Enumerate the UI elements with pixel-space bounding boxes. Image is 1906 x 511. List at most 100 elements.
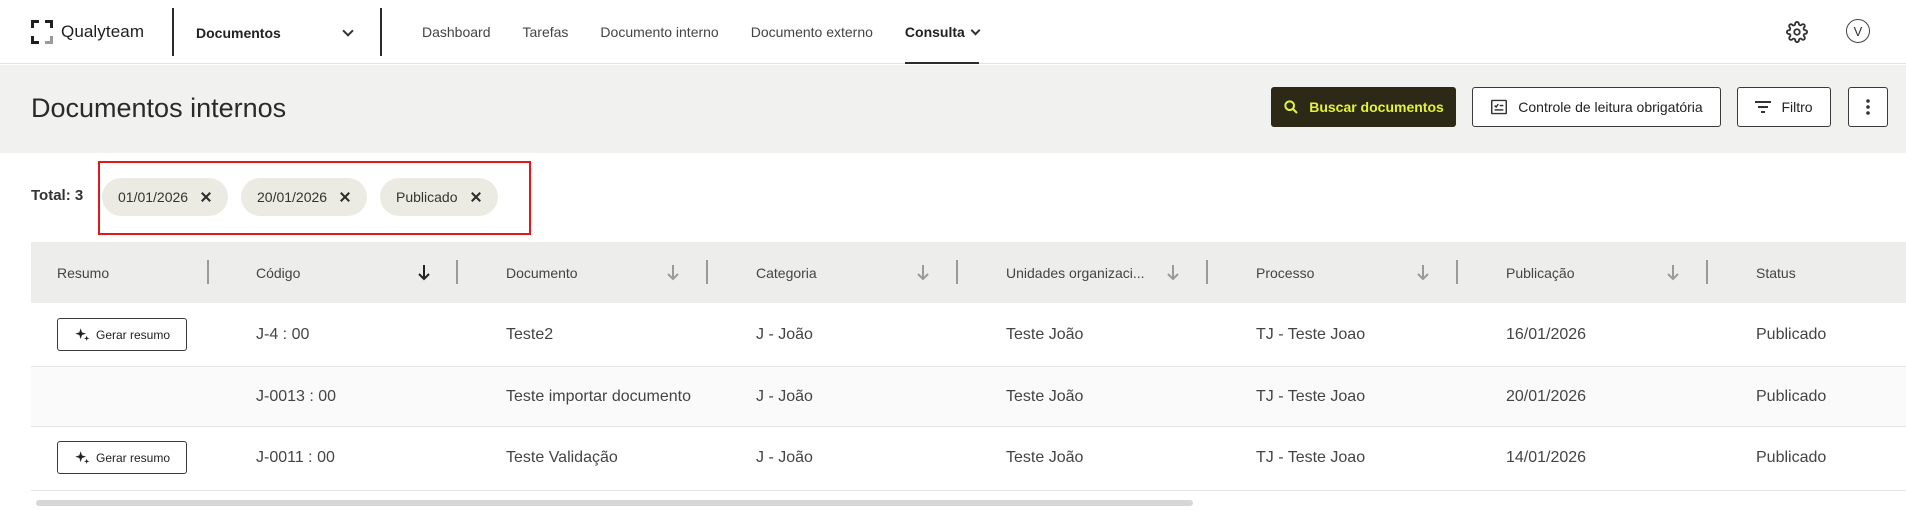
filter-button[interactable]: Filtro xyxy=(1737,87,1831,127)
main-nav: Dashboard Tarefas Documento interno Docu… xyxy=(422,0,1011,64)
avatar[interactable]: V xyxy=(1846,19,1870,43)
generate-summary-button[interactable]: Gerar resumo xyxy=(57,441,187,474)
module-select-value: Documentos xyxy=(196,25,281,41)
table-header: Resumo Código Documento Categoria Unidad… xyxy=(31,242,1906,303)
cell-status: Publicado xyxy=(1756,449,1827,466)
cell-codigo: J-0011 : 00 xyxy=(256,449,335,466)
generate-summary-label: Gerar resumo xyxy=(95,450,171,465)
cell-categoria: J - João xyxy=(756,449,813,466)
gear-icon[interactable] xyxy=(1786,21,1808,43)
cell-documento[interactable]: Teste importar documento xyxy=(506,388,691,406)
nav-item-tarefas[interactable]: Tarefas xyxy=(523,0,569,64)
cell-documento[interactable]: Teste2 xyxy=(506,326,553,344)
cell-processo: TJ - Teste Joao xyxy=(1256,326,1366,343)
filter-icon xyxy=(1755,101,1772,113)
cell-categoria: J - João xyxy=(756,388,813,405)
cell-processo: TJ - Teste Joao xyxy=(1256,388,1366,405)
nav-item-documento-externo[interactable]: Documento externo xyxy=(751,0,873,64)
chevron-down-icon xyxy=(970,25,981,35)
filter-chip: 01/01/2026 xyxy=(102,178,229,216)
column-header-publicacao[interactable]: Publicação xyxy=(1506,242,1575,303)
generate-summary-label: Gerar resumo xyxy=(95,327,171,342)
cell-codigo: J-4 : 00 xyxy=(256,326,310,343)
sparkle-icon xyxy=(75,450,90,464)
cell-publicacao: 16/01/2026 xyxy=(1506,326,1587,343)
nav-divider xyxy=(380,8,382,56)
cell-processo: TJ - Teste Joao xyxy=(1256,449,1366,466)
table-row[interactable]: J-0013 : 00 Teste importar documento J -… xyxy=(31,367,1906,427)
page-title: Documentos internos xyxy=(31,93,287,123)
cell-codigo: J-0013 : 00 xyxy=(256,388,337,405)
cell-status: Publicado xyxy=(1756,326,1827,343)
nav-item-label: Tarefas xyxy=(522,24,569,40)
sparkle-icon xyxy=(75,327,90,341)
nav-item-dashboard[interactable]: Dashboard xyxy=(422,0,491,64)
column-resize-handle[interactable] xyxy=(956,260,958,284)
module-select[interactable]: Documentos xyxy=(196,22,356,44)
cell-unidades: Teste João xyxy=(1006,388,1084,405)
arrow-down-icon[interactable] xyxy=(1416,263,1430,281)
total-count: Total: 3 xyxy=(31,187,84,204)
column-header-codigo[interactable]: Código xyxy=(256,242,300,303)
nav-item-consulta[interactable]: Consulta xyxy=(904,0,981,64)
column-header-categoria[interactable]: Categoria xyxy=(756,242,817,303)
more-vertical-icon xyxy=(1866,99,1870,115)
column-resize-handle[interactable] xyxy=(1456,260,1458,284)
more-options-button[interactable] xyxy=(1848,87,1888,127)
column-header-status[interactable]: Status xyxy=(1756,242,1796,303)
reading-control-button[interactable]: Controle de leitura obrigatória xyxy=(1472,87,1721,127)
nav-divider xyxy=(172,8,174,56)
horizontal-scrollbar[interactable] xyxy=(36,500,1193,506)
search-documents-button[interactable]: Buscar documentos xyxy=(1271,87,1456,127)
nav-item-label: Documento externo xyxy=(750,24,873,40)
nav-item-documento-interno[interactable]: Documento interno xyxy=(600,0,718,64)
filter-chip-label: Publicado xyxy=(396,189,458,205)
cell-publicacao: 20/01/2026 xyxy=(1506,388,1587,405)
close-icon[interactable] xyxy=(470,191,482,203)
filter-label: Filtro xyxy=(1781,99,1813,115)
filter-chip: Publicado xyxy=(380,178,498,216)
arrow-down-icon[interactable] xyxy=(916,263,930,281)
column-resize-handle[interactable] xyxy=(1206,260,1208,284)
page-header: Documentos internos Buscar documentos Co… xyxy=(0,65,1906,153)
nav-item-label: Dashboard xyxy=(422,24,491,40)
arrow-down-icon[interactable] xyxy=(1166,263,1180,281)
nav-item-label: Documento interno xyxy=(600,24,719,40)
table-row[interactable]: Gerar resumo J-0011 : 00 Teste Validação… xyxy=(31,427,1906,491)
column-resize-handle[interactable] xyxy=(706,260,708,284)
close-icon[interactable] xyxy=(200,191,212,203)
filter-chip: 20/01/2026 xyxy=(241,178,368,216)
search-icon xyxy=(1284,100,1298,114)
search-documents-label: Buscar documentos xyxy=(1309,99,1444,115)
cell-status: Publicado xyxy=(1756,388,1827,405)
arrow-down-icon[interactable] xyxy=(666,263,680,281)
checklist-icon xyxy=(1491,99,1508,115)
column-resize-handle[interactable] xyxy=(1706,260,1708,284)
column-resize-handle[interactable] xyxy=(207,260,209,284)
column-header-resumo: Resumo xyxy=(57,264,110,281)
column-header-unidades[interactable]: Unidades organizaci... xyxy=(1006,242,1145,303)
cell-unidades: Teste João xyxy=(1006,326,1084,343)
cell-documento[interactable]: Teste Validação xyxy=(506,449,618,467)
filter-chip-label: 20/01/2026 xyxy=(257,189,328,205)
arrow-down-icon[interactable] xyxy=(1666,263,1680,281)
cell-publicacao: 14/01/2026 xyxy=(1506,449,1587,466)
filter-chip-label: 01/01/2026 xyxy=(118,189,189,205)
table-row[interactable]: Gerar resumo J-4 : 00 Teste2 J - João Te… xyxy=(31,303,1906,367)
app-logo[interactable]: Qualyteam xyxy=(31,20,144,44)
column-header-documento[interactable]: Documento xyxy=(506,242,578,303)
documents-table: Resumo Código Documento Categoria Unidad… xyxy=(31,242,1906,496)
close-icon[interactable] xyxy=(339,191,351,203)
cell-unidades: Teste João xyxy=(1006,449,1084,466)
top-navbar: Qualyteam Documentos Dashboard Tarefas D… xyxy=(0,0,1906,64)
column-header-processo[interactable]: Processo xyxy=(1256,242,1314,303)
chevron-down-icon xyxy=(342,25,354,37)
qualyteam-logo-icon xyxy=(31,20,53,44)
column-resize-handle[interactable] xyxy=(456,260,458,284)
reading-control-label: Controle de leitura obrigatória xyxy=(1518,99,1703,115)
app-name: Qualyteam xyxy=(61,22,145,41)
arrow-down-icon[interactable] xyxy=(417,263,431,281)
nav-item-label: Consulta xyxy=(904,24,965,40)
cell-categoria: J - João xyxy=(756,326,813,343)
generate-summary-button[interactable]: Gerar resumo xyxy=(57,318,187,351)
